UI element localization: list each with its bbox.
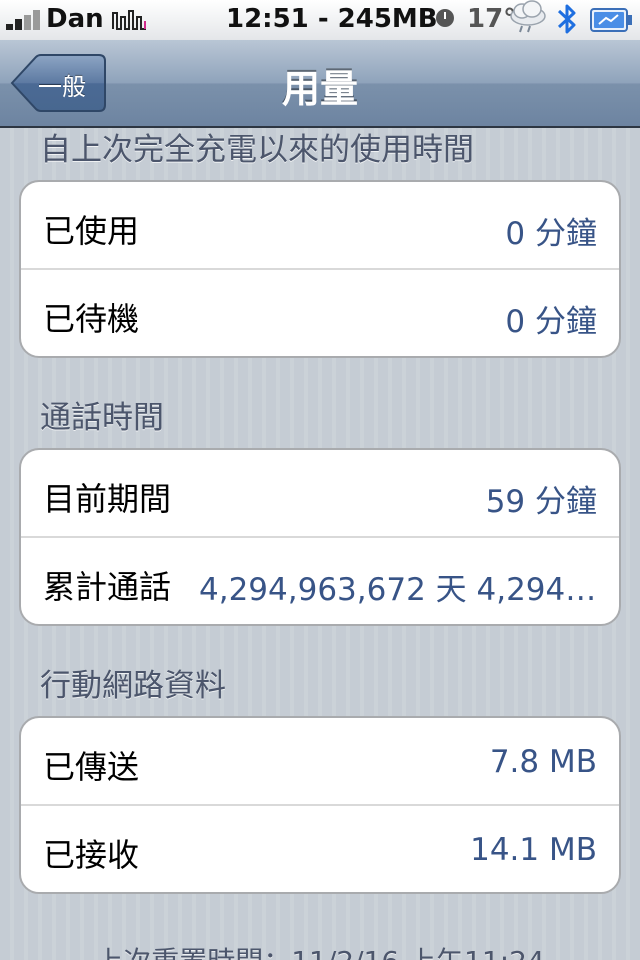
navigation-bar: 一般 用量 <box>0 40 640 128</box>
call-time-group: 目前期間 59 分鐘 累計通話 4,294,963,672 天 4,294,..… <box>19 448 621 626</box>
row-value: 4,294,963,672 天 4,294,... <box>199 572 597 608</box>
list-item: 已待機 0 分鐘 <box>21 270 619 356</box>
row-label: 目前期間 <box>43 480 172 518</box>
row-label: 已接收 <box>43 836 140 874</box>
list-item: 已使用 0 分鐘 <box>21 182 619 270</box>
cellular-data-group: 已傳送 7.8 MB 已接收 14.1 MB <box>19 716 621 894</box>
bluetooth-icon <box>556 2 578 43</box>
section-header-usage: 自上次完全充電以來的使用時間 <box>40 132 474 168</box>
row-value: 0 分鐘 <box>505 216 597 252</box>
clock-icon <box>436 9 454 27</box>
row-value: 14.1 MB <box>470 832 597 868</box>
list-item: 目前期間 59 分鐘 <box>21 450 619 538</box>
section-header-call-time: 通話時間 <box>40 400 164 436</box>
list-item: 累計通話 4,294,963,672 天 4,294,... <box>21 538 619 624</box>
usage-group: 已使用 0 分鐘 已待機 0 分鐘 <box>19 180 621 358</box>
row-label: 累計通話 <box>43 568 172 606</box>
status-time: 12:51 - 245MB <box>226 4 438 34</box>
battery-icon <box>590 8 634 39</box>
cloud-icon <box>508 0 548 41</box>
carrier-name: Dan <box>46 4 104 34</box>
row-value: 7.8 MB <box>489 744 597 780</box>
signal-icon <box>6 10 40 30</box>
row-value: 0 分鐘 <box>505 304 597 340</box>
row-label: 已傳送 <box>43 748 140 786</box>
list-item: 已傳送 7.8 MB <box>21 718 619 806</box>
row-label: 已待機 <box>43 300 140 338</box>
last-reset-text: 上次重置時間：11/2/16 上午11:24 <box>0 940 640 960</box>
section-header-cellular-data: 行動網路資料 <box>40 668 226 704</box>
list-item: 已接收 14.1 MB <box>21 806 619 892</box>
row-label: 已使用 <box>43 212 140 250</box>
status-bar: Dan 12:51 - 245MB 17° <box>0 0 640 40</box>
row-value: 59 分鐘 <box>485 484 597 520</box>
page-title: 用量 <box>281 67 358 111</box>
wave-icon <box>112 8 148 38</box>
